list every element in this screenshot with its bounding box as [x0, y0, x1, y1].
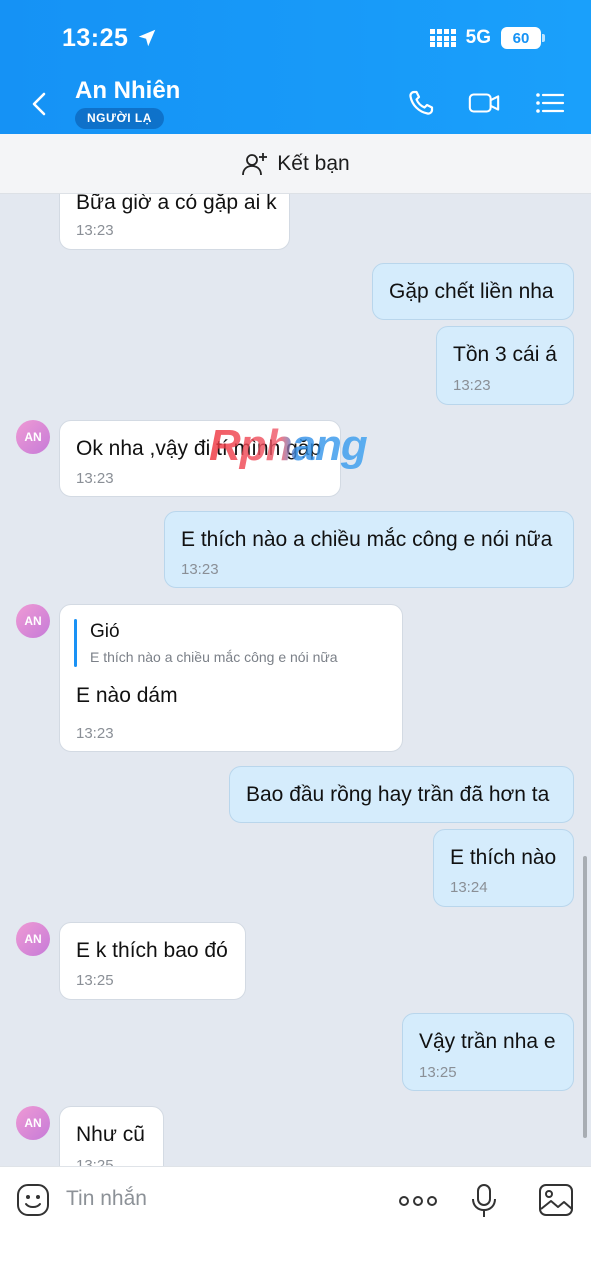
quote-author: Gió: [90, 621, 120, 642]
message-composer: Tin nhắn: [0, 1166, 591, 1280]
message-text: Gặp chết liền nha: [389, 280, 554, 303]
message-bubble-outgoing[interactable]: Vậy trần nha e 13:25: [402, 1013, 574, 1091]
message-bubble-incoming[interactable]: Gió E thích nào a chiều mắc công e nói n…: [59, 604, 403, 752]
message-bubble-incoming[interactable]: E k thích bao đó 13:25: [59, 922, 246, 1000]
avatar[interactable]: AN: [16, 420, 50, 454]
message-text: Như cũ: [76, 1123, 145, 1146]
video-call-icon[interactable]: [467, 88, 501, 118]
image-gallery-icon[interactable]: [538, 1183, 574, 1217]
message-bubble-outgoing[interactable]: Tồn 3 cái á 13:23: [436, 326, 574, 405]
message-bubble-incoming[interactable]: Như cũ 13:25: [59, 1106, 164, 1166]
avatar[interactable]: AN: [16, 922, 50, 956]
message-time: 13:25: [419, 1064, 457, 1081]
message-bubble-outgoing[interactable]: E thích nào a chiều mắc công e nói nữa 1…: [164, 511, 574, 588]
status-time: 13:25: [62, 24, 129, 52]
contact-name[interactable]: An Nhiên: [75, 77, 180, 105]
signal-icon: [429, 29, 456, 47]
message-text: Ok nha ,vậy đi tí mình gặp: [76, 437, 322, 460]
battery-icon: 60: [501, 27, 545, 49]
emoji-sticker-icon[interactable]: [16, 1183, 50, 1217]
message-text: E thích nào: [450, 846, 557, 869]
message-text: Bữa giờ a có gặp ai k: [76, 194, 277, 214]
message-list[interactable]: Bữa giờ a có gặp ai k 13:23 Gặp chết liề…: [0, 194, 591, 1166]
avatar[interactable]: AN: [16, 1106, 50, 1140]
message-bubble-outgoing[interactable]: E thích nào 13:24: [433, 829, 574, 907]
microphone-icon[interactable]: [470, 1183, 498, 1219]
message-time: 13:25: [76, 972, 114, 989]
chat-header: 13:25 5G 60 An Nhiên NGƯỜI LẠ: [0, 0, 591, 134]
battery-level: 60: [512, 29, 530, 47]
message-bubble-incoming[interactable]: Bữa giờ a có gặp ai k 13:23: [59, 194, 290, 250]
network-type: 5G: [465, 27, 491, 48]
message-bubble-outgoing[interactable]: Bao đầu rồng hay trần đã hơn ta: [229, 766, 574, 823]
message-text: Vậy trần nha e: [419, 1030, 556, 1053]
message-time: 13:23: [453, 377, 491, 394]
back-icon[interactable]: [24, 88, 56, 120]
quote-bar: [74, 619, 77, 667]
add-friend-label: Kết bạn: [277, 151, 350, 175]
quote-text: E thích nào a chiều mắc công e nói nữa: [90, 649, 338, 665]
message-text: E k thích bao đó: [76, 939, 228, 962]
phone-icon[interactable]: [406, 88, 440, 118]
message-time: 13:23: [76, 222, 114, 239]
add-friend-button[interactable]: Kết bạn: [0, 134, 591, 194]
location-arrow-icon: [138, 29, 156, 47]
message-text: Bao đầu rồng hay trần đã hơn ta: [246, 783, 550, 806]
status-indicators: 5G 60: [429, 27, 545, 49]
message-text: Tồn 3 cái á: [453, 343, 557, 366]
stranger-badge: NGƯỜI LẠ: [75, 108, 164, 129]
add-friend-icon: [242, 152, 268, 175]
more-options-icon[interactable]: [398, 1191, 438, 1211]
message-input[interactable]: Tin nhắn: [66, 1187, 147, 1211]
menu-list-icon[interactable]: [533, 88, 567, 118]
scrollbar[interactable]: [583, 856, 587, 1138]
message-bubble-outgoing[interactable]: Gặp chết liền nha: [372, 263, 574, 320]
message-time: 13:23: [76, 470, 114, 487]
message-text: E nào dám: [76, 684, 178, 707]
message-time: 13:24: [450, 879, 488, 896]
message-bubble-incoming[interactable]: Ok nha ,vậy đi tí mình gặp 13:23: [59, 420, 341, 497]
avatar[interactable]: AN: [16, 604, 50, 638]
message-text: E thích nào a chiều mắc công e nói nữa: [181, 528, 553, 551]
message-time: 13:25: [76, 1157, 114, 1166]
message-time: 13:23: [181, 561, 219, 578]
message-time: 13:23: [76, 725, 114, 742]
